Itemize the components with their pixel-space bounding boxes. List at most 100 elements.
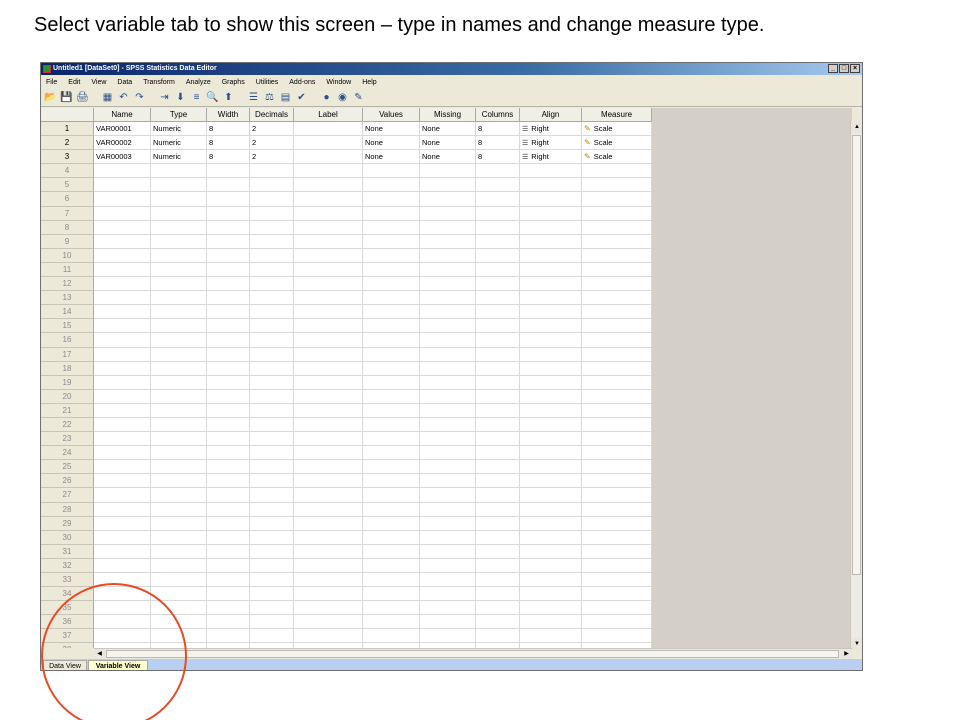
cell-decimals[interactable] (250, 305, 294, 320)
cell-name[interactable] (94, 178, 151, 193)
cell-measure[interactable] (582, 319, 652, 334)
cell-measure[interactable] (582, 277, 652, 292)
cell-decimals[interactable] (250, 502, 294, 517)
cell-name[interactable] (94, 530, 151, 545)
row-number[interactable]: 1 (41, 122, 94, 137)
horizontal-scroll-thumb[interactable] (106, 650, 839, 658)
cell-values[interactable] (363, 403, 420, 418)
cell-measure[interactable] (582, 361, 652, 376)
cell-width[interactable] (207, 446, 250, 461)
row-number[interactable]: 31 (41, 544, 94, 559)
cell-align[interactable] (520, 587, 582, 602)
cell-type[interactable] (151, 234, 207, 249)
cell-align[interactable] (520, 178, 582, 193)
column-header-missing[interactable]: Missing (420, 108, 476, 122)
cell-measure[interactable] (582, 234, 652, 249)
cell-align[interactable] (520, 432, 582, 447)
cell-missing[interactable] (420, 375, 476, 390)
redo-icon[interactable]: ↷ (133, 92, 146, 104)
cell-decimals[interactable]: 2 (250, 150, 294, 165)
cell-values[interactable] (363, 248, 420, 263)
cell-decimals[interactable] (250, 601, 294, 616)
cell-values[interactable] (363, 601, 420, 616)
cell-width[interactable] (207, 587, 250, 602)
cell-width[interactable] (207, 206, 250, 221)
cell-label[interactable] (294, 587, 363, 602)
menu-item-view[interactable]: View (91, 79, 106, 86)
cell-columns[interactable] (476, 361, 520, 376)
cell-columns[interactable] (476, 432, 520, 447)
cell-name[interactable] (94, 361, 151, 376)
cell-values[interactable] (363, 587, 420, 602)
cell-name[interactable] (94, 319, 151, 334)
cell-align[interactable] (520, 333, 582, 348)
cell-label[interactable] (294, 573, 363, 588)
row-number[interactable]: 32 (41, 558, 94, 573)
cell-values[interactable] (363, 432, 420, 447)
cell-name[interactable] (94, 333, 151, 348)
cell-name[interactable] (94, 544, 151, 559)
cell-width[interactable] (207, 403, 250, 418)
cell-columns[interactable] (476, 333, 520, 348)
save-icon[interactable]: 💾 (60, 92, 73, 104)
cell-values[interactable] (363, 234, 420, 249)
vertical-scrollbar[interactable]: ▲ ▼ (850, 121, 862, 650)
cell-measure[interactable] (582, 516, 652, 531)
cell-values[interactable] (363, 319, 420, 334)
cell-values[interactable] (363, 488, 420, 503)
cell-decimals[interactable] (250, 192, 294, 207)
cell-name[interactable] (94, 488, 151, 503)
cell-missing[interactable] (420, 601, 476, 616)
menu-item-help[interactable]: Help (362, 79, 376, 86)
cell-decimals[interactable] (250, 234, 294, 249)
cell-values[interactable] (363, 530, 420, 545)
cell-name[interactable] (94, 629, 151, 644)
cell-missing[interactable] (420, 587, 476, 602)
cell-decimals[interactable] (250, 319, 294, 334)
cell-align[interactable] (520, 516, 582, 531)
cell-name[interactable] (94, 601, 151, 616)
cell-values[interactable] (363, 347, 420, 362)
cell-label[interactable] (294, 291, 363, 306)
cell-align[interactable] (520, 488, 582, 503)
cell-values[interactable] (363, 375, 420, 390)
cell-columns[interactable] (476, 291, 520, 306)
column-header-columns[interactable]: Columns (476, 108, 520, 122)
cell-width[interactable]: 8 (207, 136, 250, 151)
row-number[interactable]: 16 (41, 333, 94, 348)
cell-label[interactable] (294, 502, 363, 517)
row-number[interactable]: 37 (41, 629, 94, 644)
cell-align[interactable] (520, 277, 582, 292)
cell-columns[interactable] (476, 248, 520, 263)
column-header-label[interactable]: Label (294, 108, 363, 122)
cell-width[interactable] (207, 305, 250, 320)
cell-missing[interactable] (420, 403, 476, 418)
cell-width[interactable] (207, 417, 250, 433)
cell-width[interactable] (207, 234, 250, 249)
cell-missing[interactable] (420, 516, 476, 531)
cell-values[interactable]: None (363, 136, 420, 151)
cell-measure[interactable] (582, 502, 652, 517)
cell-type[interactable] (151, 319, 207, 334)
cell-name[interactable] (94, 262, 151, 278)
weight-cases-icon[interactable]: ▤ (279, 92, 292, 104)
cell-label[interactable] (294, 122, 363, 137)
cell-width[interactable] (207, 361, 250, 376)
cell-columns[interactable] (476, 262, 520, 278)
cell-label[interactable] (294, 262, 363, 278)
cell-align[interactable] (520, 474, 582, 489)
cell-width[interactable] (207, 333, 250, 348)
use-sets-icon[interactable]: ● (320, 92, 333, 104)
cell-missing[interactable] (420, 347, 476, 362)
cell-label[interactable] (294, 601, 363, 616)
cell-missing[interactable] (420, 361, 476, 376)
cell-type[interactable] (151, 488, 207, 503)
cell-decimals[interactable]: 2 (250, 122, 294, 137)
cell-name[interactable]: VAR00001 (94, 122, 151, 137)
cell-measure[interactable] (582, 573, 652, 588)
cell-columns[interactable] (476, 192, 520, 207)
insert-cases-icon[interactable]: ⬆ (222, 92, 235, 104)
cell-width[interactable] (207, 248, 250, 263)
cell-values[interactable] (363, 389, 420, 404)
cell-measure[interactable] (582, 206, 652, 221)
